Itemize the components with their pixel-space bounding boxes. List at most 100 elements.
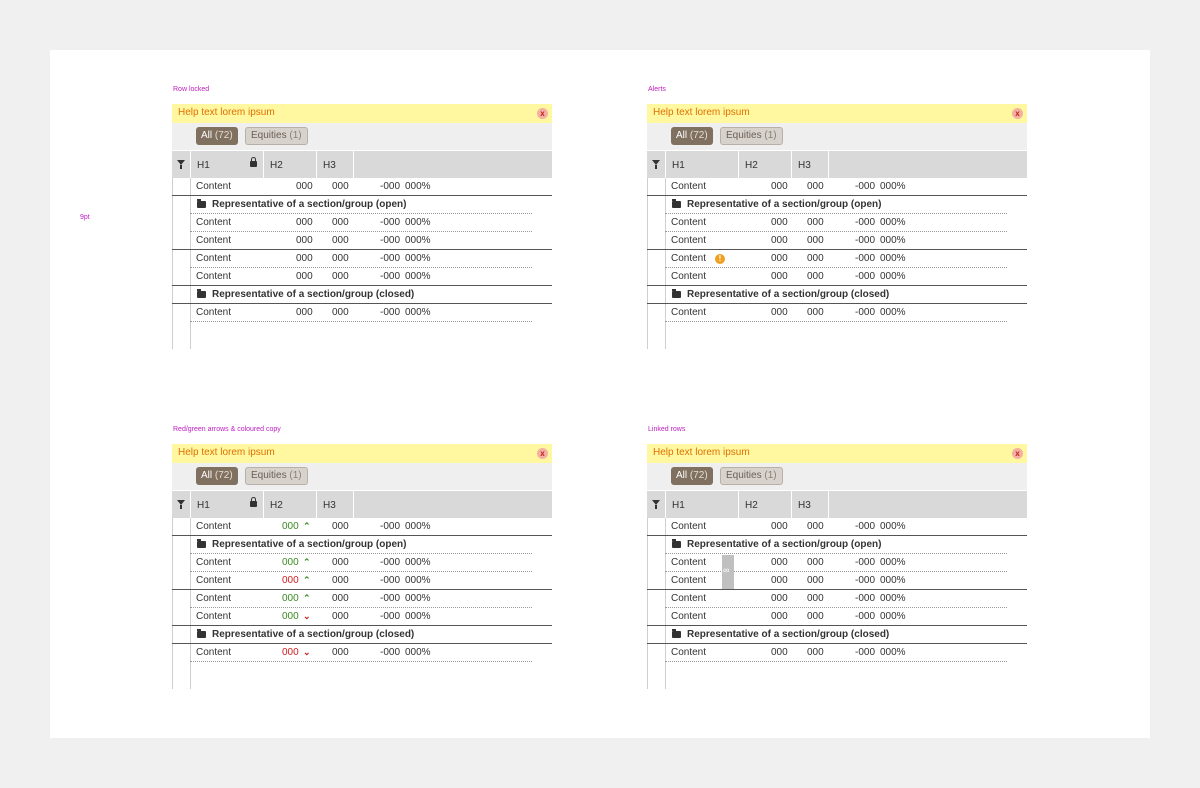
tab-all[interactable]: All (72) [196, 127, 238, 145]
table-row[interactable]: Content 000 000 -000 000% [647, 178, 1027, 196]
tab-equities[interactable]: Equities (1) [720, 467, 783, 485]
table-row[interactable]: Content 000 000 -000 000% [172, 304, 552, 322]
tab-bar: All (72) Equities (1) [647, 463, 1027, 490]
table-row-linked[interactable]: Content 000 000 -000 000% [647, 554, 1027, 572]
folder-open-icon [197, 539, 206, 548]
table-row[interactable]: Content 000 ⌄ 000 -000 000% [172, 644, 552, 662]
tab-all[interactable]: All (72) [671, 467, 713, 485]
header-h3[interactable]: H3 [316, 151, 354, 178]
table-row[interactable]: Content 000 000 -000 000% [647, 590, 1027, 608]
folder-open-icon [197, 199, 206, 208]
table-row[interactable]: Content 000 ⌄ 000 -000 000% [172, 608, 552, 626]
group-row-open[interactable]: Representative of a section/group (open) [647, 196, 1027, 214]
group-row-closed[interactable]: Representative of a section/group (close… [172, 626, 552, 644]
filter-cell[interactable] [647, 491, 666, 518]
panel-title: Row locked [173, 86, 210, 93]
tab-all[interactable]: All (72) [196, 467, 238, 485]
table-row[interactable]: Content 000 000 -000 000% [172, 250, 552, 268]
close-icon[interactable]: x [537, 108, 548, 119]
panel-title: Alerts [648, 86, 666, 93]
tab-equities[interactable]: Equities (1) [245, 467, 308, 485]
header-h2[interactable]: H2 [738, 491, 792, 518]
help-text: Help text lorem ipsum [653, 447, 750, 458]
header-h2[interactable]: H2 [263, 491, 317, 518]
table-row[interactable]: Content 000 ⌃ 000 -000 000% [172, 518, 552, 536]
group-row-open[interactable]: Representative of a section/group (open) [172, 536, 552, 554]
table-row[interactable]: Content 000 000 -000 000% [172, 214, 552, 232]
folder-closed-icon [672, 629, 681, 638]
table-row[interactable]: Content 000 000 -000 000% [172, 232, 552, 250]
arrow-up-icon: ⌃ [303, 521, 311, 531]
help-bar: Help text lorem ipsum x [172, 444, 552, 463]
table-row[interactable]: Content 000 000 -000 000% [647, 214, 1027, 232]
tab-bar: All (72) Equities (1) [647, 123, 1027, 150]
help-bar: Help text lorem ipsum x [647, 444, 1027, 463]
table-row[interactable]: Content 000 000 -000 000% [647, 518, 1027, 536]
table-row[interactable]: Content 000 ⌃ 000 -000 000% [172, 572, 552, 590]
filter-icon[interactable] [177, 160, 185, 169]
tab-bar: All (72) Equities (1) [172, 463, 552, 490]
table-header: H1 H2 H3 [647, 151, 1027, 178]
arrow-down-icon: ⌄ [303, 611, 311, 621]
table-row-linked[interactable]: Content 000 000 -000 000% [647, 572, 1027, 590]
arrow-up-icon: ⌃ [303, 593, 311, 603]
group-row-open[interactable]: Representative of a section/group (open) [647, 536, 1027, 554]
table-row[interactable]: Content 000 ⌃ 000 -000 000% [172, 590, 552, 608]
side-annotation: 9pt [80, 214, 90, 221]
table-row[interactable]: Content 000 000 -000 000% [647, 232, 1027, 250]
panel-title: Linked rows [648, 426, 686, 433]
link-icon[interactable] [722, 555, 734, 589]
tab-equities[interactable]: Equities (1) [245, 127, 308, 145]
filter-icon[interactable] [652, 160, 660, 169]
header-h1[interactable]: H1 [665, 491, 739, 518]
header-h1[interactable]: H1 [190, 151, 264, 178]
folder-closed-icon [197, 289, 206, 298]
panel-title: Red/green arrows & coloured copy [173, 426, 281, 433]
group-row-closed[interactable]: Representative of a section/group (close… [647, 626, 1027, 644]
table-row[interactable]: Content 000 000 -000 000% [647, 268, 1027, 286]
filter-icon[interactable] [177, 500, 185, 509]
help-text: Help text lorem ipsum [178, 447, 275, 458]
close-icon[interactable]: x [1012, 108, 1023, 119]
close-icon[interactable]: x [1012, 448, 1023, 459]
table-row[interactable]: Content 000 000 -000 000% [647, 644, 1027, 662]
filter-cell[interactable] [172, 491, 191, 518]
tab-bar: All (72) Equities (1) [172, 123, 552, 150]
table-row[interactable]: Content 000 000 -000 000% [172, 268, 552, 286]
arrow-down-icon: ⌄ [303, 647, 311, 657]
panel-alerts: Alerts Help text lorem ipsum x All (72) … [647, 86, 1027, 349]
close-icon[interactable]: x [537, 448, 548, 459]
filter-cell[interactable] [172, 151, 191, 178]
folder-open-icon [672, 199, 681, 208]
panel-arrows: Red/green arrows & coloured copy Help te… [172, 426, 552, 689]
alert-icon[interactable]: ! [715, 254, 725, 264]
header-h3[interactable]: H3 [791, 151, 829, 178]
header-h2[interactable]: H2 [263, 151, 317, 178]
table-header: H1 H2 H3 [172, 151, 552, 178]
help-text: Help text lorem ipsum [653, 107, 750, 118]
header-h2[interactable]: H2 [738, 151, 792, 178]
filter-icon[interactable] [652, 500, 660, 509]
filter-cell[interactable] [647, 151, 666, 178]
table-row[interactable]: Content 000 ⌃ 000 -000 000% [172, 554, 552, 572]
help-bar: Help text lorem ipsum x [647, 104, 1027, 123]
tab-all[interactable]: All (72) [671, 127, 713, 145]
group-row-open[interactable]: Representative of a section/group (open) [172, 196, 552, 214]
table-header: H1 H2 H3 [172, 491, 552, 518]
header-h3[interactable]: H3 [791, 491, 829, 518]
table-row[interactable]: Content 000 000 -000 000% [647, 608, 1027, 626]
arrow-up-icon: ⌃ [303, 575, 311, 585]
tab-equities[interactable]: Equities (1) [720, 127, 783, 145]
table-row-alert[interactable]: Content! 000 000 -000 000% [647, 250, 1027, 268]
lock-icon [250, 497, 257, 507]
folder-closed-icon [197, 629, 206, 638]
lock-icon [250, 157, 257, 167]
table-row[interactable]: Content 000 000 -000 000% [647, 304, 1027, 322]
table-row[interactable]: Content 000 000 -000 000% [172, 178, 552, 196]
group-row-closed[interactable]: Representative of a section/group (close… [647, 286, 1027, 304]
header-h1[interactable]: H1 [665, 151, 739, 178]
header-h3[interactable]: H3 [316, 491, 354, 518]
header-h1[interactable]: H1 [190, 491, 264, 518]
folder-open-icon [672, 539, 681, 548]
group-row-closed[interactable]: Representative of a section/group (close… [172, 286, 552, 304]
